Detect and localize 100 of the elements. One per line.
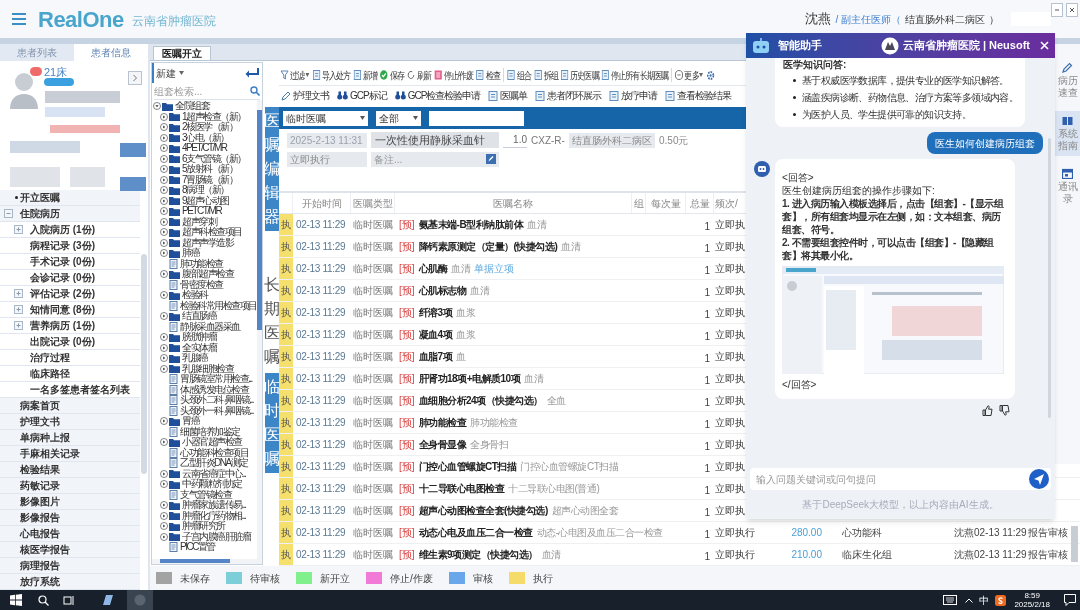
tree-item[interactable]: PICC置管 xyxy=(180,542,215,553)
expand-toggle-icon[interactable] xyxy=(160,438,168,447)
expand-toggle-icon[interactable] xyxy=(160,186,168,195)
dose-field[interactable]: 1.0 xyxy=(503,132,527,148)
nav-item[interactable]: 手术记录 (0份) xyxy=(30,254,95,269)
scrollbar[interactable] xyxy=(141,254,147,474)
expand-toggle-icon[interactable] xyxy=(160,133,168,142)
thumbs-down-icon[interactable] xyxy=(999,405,1010,416)
tree-item[interactable]: 7胃肠镜（新） xyxy=(182,174,238,185)
nav-item[interactable]: 病程记录 (3份) xyxy=(30,238,95,253)
expand-toggle-icon[interactable] xyxy=(160,207,168,216)
expand-toggle-icon[interactable] xyxy=(160,354,168,363)
editor-tab[interactable]: 医嘱开立 xyxy=(153,46,211,60)
toolbar-button[interactable]: 检查 xyxy=(476,67,500,83)
expand-toggle-icon[interactable] xyxy=(160,417,168,426)
toolbar-button[interactable]: 护理文书 xyxy=(281,88,329,103)
expand-toggle-icon[interactable] xyxy=(160,532,168,541)
tree-item[interactable]: 4PET/CT/MR xyxy=(182,143,227,154)
tree-item[interactable]: 静脉采血器采血 xyxy=(180,321,240,332)
toolbar-button[interactable]: GCP标记 xyxy=(337,88,387,103)
expand-toggle-icon[interactable] xyxy=(160,175,168,184)
tree-item[interactable]: 小器官超声检查 xyxy=(182,437,242,448)
tree-item[interactable]: 胃肠镜室常用检查... xyxy=(180,374,252,385)
tree-item[interactable]: 膀胱肿瘤 xyxy=(182,332,216,343)
tree-item[interactable]: 1超声检查（新） xyxy=(182,111,246,122)
toolbar-button[interactable]: 刷新 xyxy=(407,67,431,83)
expand-toggle-icon[interactable] xyxy=(160,343,168,352)
expand-toggle-icon[interactable] xyxy=(160,249,168,258)
editor-panel-tab[interactable]: 医嘱编辑器 xyxy=(264,107,279,231)
tree-item[interactable]: 9超声心动图 xyxy=(182,195,229,206)
close-button[interactable] xyxy=(1066,3,1078,17)
tree-item[interactable]: 云南省癌症中心... xyxy=(182,468,246,479)
toolbar-button[interactable]: 停止所有长期医嘱 xyxy=(601,67,668,83)
tree-item[interactable]: 全院组套 xyxy=(175,101,209,112)
scrollbar[interactable] xyxy=(256,110,262,330)
toolbar-button[interactable]: GCP检查检验申请 xyxy=(394,88,481,103)
search-icon[interactable] xyxy=(38,594,49,606)
search-field[interactable] xyxy=(429,110,524,126)
expand-toggle-icon[interactable] xyxy=(14,289,23,298)
column-header[interactable]: 组 xyxy=(633,195,644,211)
expand-toggle-icon[interactable] xyxy=(160,469,168,478)
settings-icon[interactable] xyxy=(706,69,716,81)
tree-item[interactable]: 超声科检查项目 xyxy=(182,227,242,238)
toolbar-button[interactable]: 医嘱单 xyxy=(488,88,528,103)
expand-toggle-icon[interactable] xyxy=(160,270,168,279)
column-header[interactable]: 总量 xyxy=(689,195,710,211)
tree-item[interactable]: 肿瘤化疗药物相... xyxy=(182,510,246,521)
tree-item[interactable]: 肺功能检查 xyxy=(180,258,223,269)
toolbar-button[interactable]: 更多 xyxy=(674,67,699,83)
expand-toggle-icon[interactable] xyxy=(160,312,168,321)
tree-item[interactable]: 心功能科检查项目 xyxy=(180,447,248,458)
task-view-icon[interactable] xyxy=(63,594,75,606)
expand-toggle-icon[interactable] xyxy=(14,225,23,234)
toolbar-button[interactable]: 患者闭环展示 xyxy=(535,88,602,103)
column-header[interactable]: 频次/ xyxy=(715,195,738,211)
toolbar-button[interactable]: 过滤 xyxy=(280,67,305,83)
tree-item[interactable]: 体感诱发电位检查 xyxy=(180,384,248,395)
input-method-indicator[interactable]: 中 xyxy=(979,592,990,608)
expand-toggle-icon[interactable] xyxy=(14,305,23,314)
nav-item[interactable]: 会诊记录 (0份) xyxy=(30,270,95,285)
expand-toggle-icon[interactable] xyxy=(160,364,168,373)
notification-icon[interactable] xyxy=(1064,594,1076,606)
tree-item[interactable]: 肿瘤家族遗传易... xyxy=(182,500,246,511)
tree-item[interactable]: 检验科 xyxy=(182,290,208,301)
tree-item[interactable]: 乳腺癌 xyxy=(182,353,208,364)
thumbs-up-icon[interactable] xyxy=(982,405,993,416)
tree-item[interactable]: 6支气管镜（新） xyxy=(182,153,246,164)
expand-toggle-icon[interactable] xyxy=(160,501,168,510)
dropdown[interactable]: 全部 xyxy=(376,110,421,126)
keyboard-icon[interactable] xyxy=(943,595,958,605)
send-button[interactable] xyxy=(1029,469,1049,489)
tree-item[interactable]: 乙型肝炎DNA测定 xyxy=(180,458,248,469)
return-arrow-icon[interactable] xyxy=(244,68,260,78)
column-header[interactable]: 每次量 xyxy=(650,195,681,211)
dropdown[interactable]: 临时医嘱 xyxy=(283,110,368,126)
expand-toggle-icon[interactable] xyxy=(160,228,168,237)
rail-item[interactable]: 病历速查 xyxy=(1055,58,1080,103)
nav-item[interactable]: 临床路径 xyxy=(30,366,70,381)
toolbar-button[interactable]: 保存 xyxy=(380,67,404,83)
tree-item[interactable]: 结直肠癌 xyxy=(182,311,216,322)
tree-item[interactable]: 子宫内膜癌肝脏瘤 xyxy=(182,531,250,542)
column-header[interactable]: 医嘱名称 xyxy=(493,195,533,211)
tree-item[interactable]: 乳腺细胞检查 xyxy=(182,363,233,374)
tree-item[interactable]: PETCT/MR xyxy=(182,206,222,217)
expand-toggle-icon[interactable] xyxy=(14,321,23,330)
expand-toggle-icon[interactable] xyxy=(153,102,161,111)
tree-item[interactable]: 3心电（新） xyxy=(182,132,229,143)
order-tab[interactable]: 临时医嘱 xyxy=(264,373,279,473)
close-icon[interactable] xyxy=(1040,41,1049,50)
expand-toggle-icon[interactable] xyxy=(160,217,168,226)
item-field[interactable]: 一次性使用静脉采血针 xyxy=(371,132,499,148)
expand-toggle-icon[interactable] xyxy=(160,196,168,205)
chevron-up-icon[interactable] xyxy=(965,597,974,603)
toolbar-button[interactable]: 停止/作废 xyxy=(433,67,473,83)
scrollbar[interactable] xyxy=(160,559,230,563)
start-button[interactable] xyxy=(10,594,22,606)
expand-toggle-icon[interactable] xyxy=(160,144,168,153)
tree-item[interactable]: 8病理（新） xyxy=(182,185,229,196)
expand-toggle-icon[interactable] xyxy=(160,165,168,174)
tree-item[interactable]: 2核医学（新） xyxy=(182,122,238,133)
